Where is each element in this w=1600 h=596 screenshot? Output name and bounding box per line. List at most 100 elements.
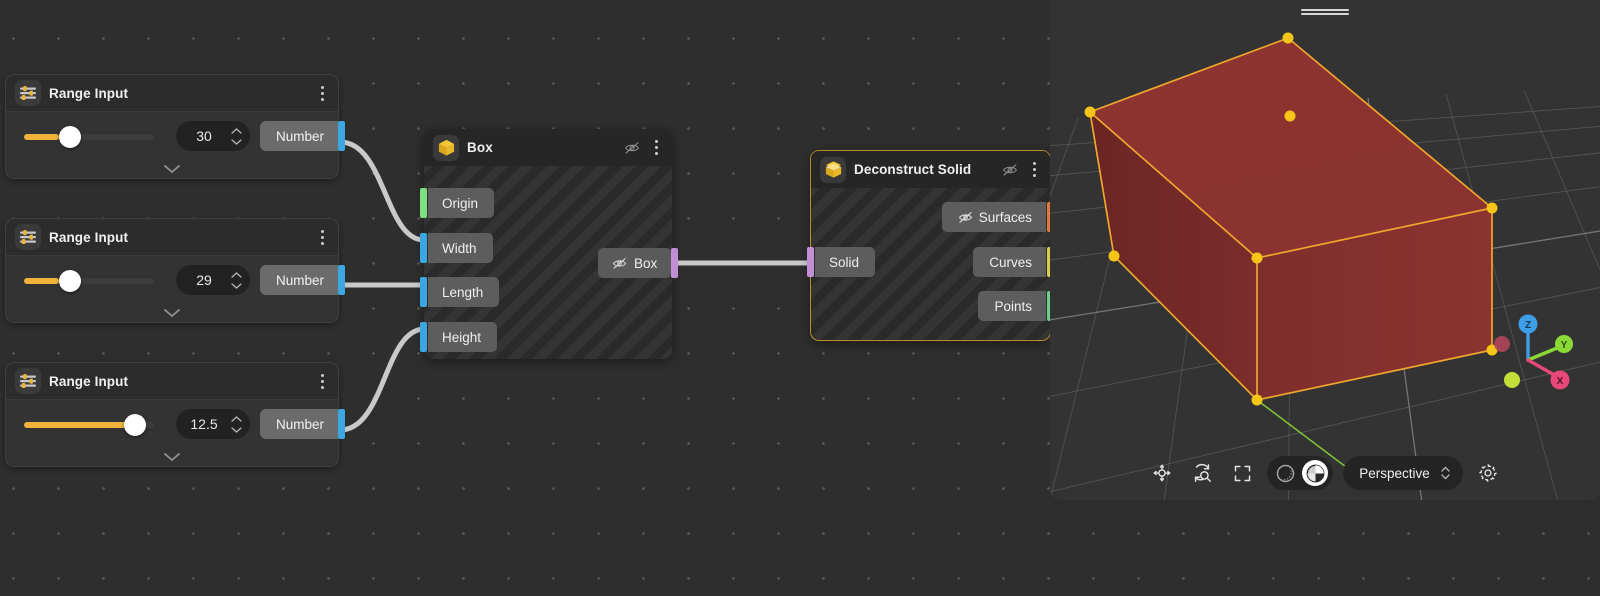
drag-handle-icon[interactable] [1050, 0, 1600, 24]
chevron-down-icon[interactable] [163, 308, 181, 318]
chevron-down-icon [231, 139, 242, 145]
fullscreen-icon[interactable] [1227, 458, 1257, 488]
node-header[interactable]: Range Input [6, 363, 338, 400]
quantity-stepper[interactable] [226, 265, 246, 295]
node-body: Solid Surfaces Curves Points [811, 188, 1050, 340]
quantity-stepper[interactable] [226, 409, 246, 439]
viewport-toolbar[interactable]: Perspective [1050, 456, 1600, 490]
chevron-down-icon[interactable] [163, 164, 181, 174]
port-connector-number[interactable] [338, 121, 345, 151]
zoom-refresh-icon[interactable] [1187, 458, 1217, 488]
chevron-up-icon [231, 416, 242, 422]
port-connector-number[interactable] [338, 265, 345, 295]
output-port-surfaces[interactable]: Surfaces [942, 202, 1046, 232]
chevron-down-icon [231, 283, 242, 289]
input-port-width[interactable]: Width [428, 233, 493, 263]
node-range-input-2[interactable]: Range Input 29 Number [5, 218, 339, 323]
port-label: Box [634, 256, 657, 271]
slider-knob[interactable] [59, 126, 81, 148]
port-connector[interactable] [420, 188, 427, 218]
node-deconstruct-solid[interactable]: Deconstruct Solid Solid Surface [810, 150, 1051, 341]
input-port-length[interactable]: Length [428, 277, 499, 307]
port-connector-box[interactable] [671, 248, 678, 278]
kebab-menu-icon[interactable] [1026, 160, 1042, 180]
node-box[interactable]: Box Origin Width Length H [424, 129, 672, 359]
range-slider[interactable] [24, 126, 154, 148]
node-header[interactable]: Range Input [6, 75, 338, 112]
output-label: Number [276, 129, 324, 144]
eye-off-icon[interactable] [1002, 163, 1018, 177]
chevron-down-icon [231, 427, 242, 433]
eye-off-icon[interactable] [612, 257, 627, 270]
kebab-menu-icon[interactable] [314, 83, 330, 103]
port-label: Surfaces [979, 210, 1032, 225]
sliders-icon [15, 368, 41, 394]
camera-mode-select[interactable]: Perspective [1343, 456, 1463, 490]
port-label: Origin [442, 196, 478, 211]
port-label: Height [442, 330, 481, 345]
node-range-input-1[interactable]: Range Input 30 Number [5, 74, 339, 179]
kebab-menu-icon[interactable] [314, 371, 330, 391]
node-header[interactable]: Range Input [6, 219, 338, 256]
port-connector[interactable] [807, 247, 814, 277]
output-port-number[interactable]: Number [260, 409, 338, 439]
input-port-origin[interactable]: Origin [428, 188, 494, 218]
node-title: Range Input [49, 374, 306, 389]
value-field[interactable]: 12.5 [176, 409, 250, 439]
output-label: Number [276, 417, 324, 432]
port-connector[interactable] [420, 233, 427, 263]
value-field[interactable]: 29 [176, 265, 250, 295]
port-label: Length [442, 285, 483, 300]
node-title: Range Input [49, 230, 306, 245]
input-port-solid[interactable]: Solid [815, 247, 875, 277]
port-label: Curves [989, 255, 1032, 270]
output-port-curves[interactable]: Curves [973, 247, 1046, 277]
node-range-input-3[interactable]: Range Input 12.5 Number [5, 362, 339, 467]
slider-knob[interactable] [124, 414, 146, 436]
range-slider[interactable] [24, 270, 154, 292]
node-header[interactable]: Box [424, 129, 672, 166]
axis-z-label: Z [1525, 320, 1531, 331]
output-port-points[interactable]: Points [978, 291, 1046, 321]
node-body: 29 Number [6, 256, 338, 322]
port-connector-number[interactable] [338, 409, 345, 439]
port-label: Solid [829, 255, 859, 270]
sliders-icon [15, 80, 41, 106]
axis-gizmo[interactable]: Z Y X [1490, 300, 1582, 392]
node-body: 30 Number [6, 112, 338, 178]
wireframe-sphere-icon[interactable] [1272, 460, 1298, 486]
axis-y-label: Y [1561, 340, 1568, 351]
range-slider[interactable] [24, 414, 154, 436]
value-field[interactable]: 30 [176, 121, 250, 151]
output-label: Number [276, 273, 324, 288]
viewport-panel[interactable]: Z Y X [1050, 0, 1600, 500]
output-port-box[interactable]: Box [598, 248, 671, 278]
eye-off-icon[interactable] [958, 211, 973, 224]
input-port-height[interactable]: Height [428, 322, 497, 352]
node-title: Range Input [49, 86, 306, 101]
node-header[interactable]: Deconstruct Solid [811, 151, 1050, 188]
port-label: Width [442, 241, 477, 256]
slider-fill [24, 278, 59, 284]
port-connector[interactable] [420, 277, 427, 307]
quantity-stepper[interactable] [226, 121, 246, 151]
chevron-up-icon [231, 128, 242, 134]
chevron-up-icon [231, 272, 242, 278]
chevron-down-icon[interactable] [163, 452, 181, 462]
eye-off-icon[interactable] [624, 141, 640, 155]
shaded-sphere-icon[interactable] [1302, 460, 1328, 486]
kebab-menu-icon[interactable] [648, 138, 664, 158]
output-port-number[interactable]: Number [260, 121, 338, 151]
camera-mode-label: Perspective [1359, 466, 1430, 481]
port-connector[interactable] [420, 322, 427, 352]
viewport-3d-scene[interactable] [1050, 0, 1600, 500]
shading-mode-group[interactable] [1267, 456, 1333, 490]
value-text: 12.5 [176, 416, 226, 432]
gear-icon[interactable] [1473, 458, 1503, 488]
slider-knob[interactable] [59, 270, 81, 292]
axis-neg-y-handle [1504, 372, 1520, 388]
output-port-number[interactable]: Number [260, 265, 338, 295]
pan-tool-icon[interactable] [1147, 458, 1177, 488]
deconstruct-cube-icon [820, 157, 846, 183]
kebab-menu-icon[interactable] [314, 227, 330, 247]
